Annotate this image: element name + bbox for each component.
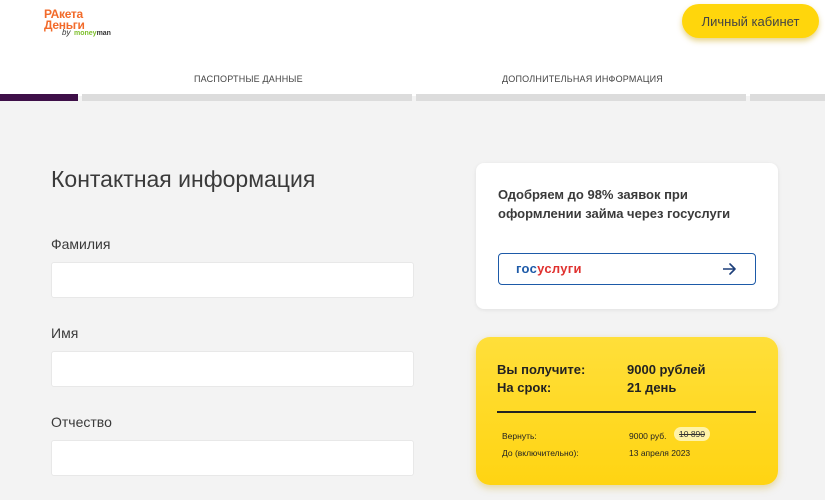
- progress-step-1-active: [0, 94, 78, 101]
- header: РАкета Деньги by moneyman Личный кабинет…: [0, 0, 825, 96]
- return-old-amount: 10 890: [674, 427, 710, 441]
- gosuslugi-promo-text: Одобряем до 98% заявок при оформлении за…: [498, 187, 731, 221]
- logo-by: by: [62, 28, 71, 37]
- return-value: 9000 руб.: [629, 431, 667, 441]
- term-value: 21 день: [627, 380, 677, 395]
- return-label: Вернуть:: [502, 431, 537, 441]
- gosuslugi-logo-b: услуги: [537, 261, 582, 276]
- tab-additional-info[interactable]: ДОПОЛНИТЕЛЬНАЯ ИНФОРМАЦИЯ: [502, 74, 663, 84]
- loan-summary-card: Вы получите: 9000 рублей На срок: 21 ден…: [476, 337, 778, 485]
- patronymic-label: Отчество: [51, 414, 112, 430]
- progress-step-2: [82, 94, 412, 101]
- receive-label: Вы получите:: [497, 362, 586, 377]
- surname-label: Фамилия: [51, 236, 111, 252]
- gosuslugi-button[interactable]: госуслуги: [498, 253, 756, 285]
- logo-moneyman: moneyman: [74, 29, 111, 38]
- gosuslugi-logo: госуслуги: [516, 262, 582, 276]
- receive-value: 9000 рублей: [627, 362, 706, 377]
- logo-moneyman-b: man: [96, 30, 111, 37]
- rocket-money-logo[interactable]: РАкета Деньги by moneyman: [44, 8, 124, 38]
- tab-passport-data[interactable]: ПАСПОРТНЫЕ ДАННЫЕ: [194, 74, 303, 84]
- term-label: На срок:: [497, 380, 552, 395]
- gosuslugi-card: Одобряем до 98% заявок при оформлении за…: [476, 163, 778, 309]
- patronymic-field[interactable]: [51, 440, 414, 476]
- personal-cabinet-button[interactable]: Личный кабинет: [682, 4, 819, 38]
- summary-divider: [497, 411, 756, 413]
- logo-moneyman-a: money: [74, 30, 97, 37]
- progress-step-3: [416, 94, 746, 101]
- arrow-right-icon: [723, 263, 736, 275]
- contact-info-title: Контактная информация: [51, 166, 316, 192]
- name-field[interactable]: [51, 351, 414, 387]
- surname-field[interactable]: [51, 262, 414, 298]
- name-label: Имя: [51, 325, 79, 341]
- progress-step-4: [750, 94, 825, 101]
- until-label: До (включительно):: [502, 448, 579, 458]
- until-value: 13 апреля 2023: [629, 448, 691, 458]
- gosuslugi-logo-a: гос: [516, 261, 538, 276]
